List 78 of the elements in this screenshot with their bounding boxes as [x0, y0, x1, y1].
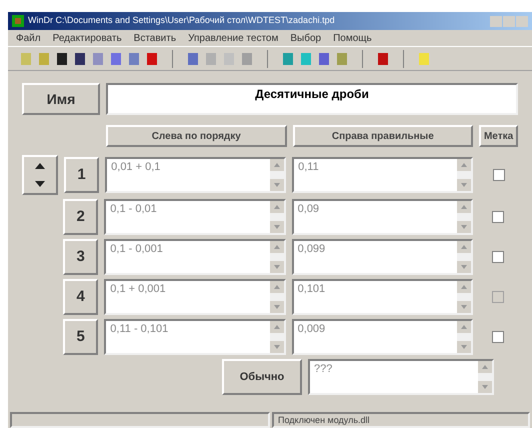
checkbox[interactable]: [492, 169, 505, 181]
column-header: Справа правильные: [292, 125, 474, 147]
scroll-down-button[interactable]: [456, 261, 471, 273]
column-header: Слева по порядку: [106, 125, 287, 147]
down-arrow-icon: [460, 225, 467, 229]
scroll-down-button[interactable]: [457, 179, 472, 191]
scroll-up-button[interactable]: [457, 159, 472, 171]
scroll-up-button[interactable]: [456, 241, 471, 253]
scroll-up-button[interactable]: [270, 159, 284, 171]
down-arrow-icon: [460, 265, 467, 269]
down-arrow-icon: [460, 345, 467, 349]
up-arrow-icon: [274, 325, 280, 329]
right-field[interactable]: 0,09: [292, 199, 473, 235]
checkbox[interactable]: [492, 251, 504, 263]
window-title: WinDr C:\Documents and Settings\User\Рабочий стол\WDTEST\zadachi.tpd: [28, 14, 336, 28]
right-field[interactable]: 0,099: [292, 239, 473, 275]
left-field[interactable]: 0,1 - 0,001: [104, 239, 286, 275]
up-arrow-icon: [461, 163, 468, 167]
scroll-down-button[interactable]: [270, 261, 284, 273]
scroll-up-button[interactable]: [456, 281, 471, 293]
left-field[interactable]: 0,11 - 0,101: [104, 319, 286, 355]
scroll-down-button[interactable]: [456, 341, 471, 353]
scroll-down-button[interactable]: [270, 221, 284, 233]
down-arrow-icon: [460, 305, 467, 309]
scroll-down-button[interactable]: [456, 301, 471, 313]
scroll-up-button[interactable]: [270, 201, 284, 213]
up-arrow-icon: [460, 285, 467, 289]
checkbox[interactable]: [492, 211, 504, 223]
down-arrow-icon: [274, 183, 280, 187]
left-field[interactable]: 0,01 + 0,1: [105, 157, 286, 193]
row-number-button[interactable]: 1: [64, 157, 100, 193]
up-arrow-icon: [35, 163, 45, 169]
row-number-button[interactable]: 2: [63, 199, 98, 235]
name-field[interactable]: Десятичные дроби: [106, 83, 518, 115]
down-arrow-icon: [482, 385, 488, 389]
column-header: Метка: [479, 125, 518, 147]
up-arrow-icon: [274, 205, 280, 209]
status-text: Подключен модуль.dll: [272, 412, 530, 428]
down-arrow-icon: [274, 265, 280, 269]
scroll-down-button[interactable]: [270, 341, 284, 353]
down-arrow-icon: [274, 305, 280, 309]
scroll-down-button[interactable]: [478, 381, 492, 393]
spinner[interactable]: [22, 155, 58, 195]
up-arrow-icon: [274, 163, 280, 167]
scroll-down-button[interactable]: [456, 221, 471, 233]
scroll-up-button[interactable]: [270, 281, 284, 293]
right-field[interactable]: 0,009: [292, 319, 473, 355]
row-number-button[interactable]: 3: [63, 239, 98, 275]
scroll-down-button[interactable]: [270, 179, 284, 191]
left-field[interactable]: 0,1 - 0,01: [104, 199, 286, 235]
menu-item[interactable]: Управление тестом: [188, 30, 278, 46]
down-arrow-icon: [274, 225, 280, 229]
up-arrow-icon: [460, 205, 467, 209]
usual-button[interactable]: Обычно: [222, 359, 302, 395]
up-arrow-icon: [460, 245, 467, 249]
checkbox[interactable]: [492, 331, 504, 343]
result-field[interactable]: ???: [308, 359, 494, 395]
row-number-button[interactable]: 5: [63, 319, 98, 355]
up-arrow-icon: [460, 325, 467, 329]
scroll-up-button[interactable]: [456, 201, 471, 213]
menu-item[interactable]: Файл: [16, 30, 41, 46]
menu-item[interactable]: Редактировать: [52, 30, 122, 46]
down-arrow-icon: [35, 181, 45, 187]
down-arrow-icon: [274, 345, 280, 349]
down-arrow-icon: [461, 183, 468, 187]
up-arrow-icon: [274, 245, 280, 249]
scroll-down-button[interactable]: [270, 301, 284, 313]
menu-item[interactable]: Выбор: [290, 30, 322, 46]
scroll-up-button[interactable]: [270, 241, 284, 253]
up-arrow-icon: [482, 365, 488, 369]
right-field[interactable]: 0,11: [292, 157, 474, 193]
menu-item[interactable]: Вставить: [134, 30, 176, 46]
scroll-up-button[interactable]: [456, 321, 471, 333]
up-arrow-icon: [274, 285, 280, 289]
scroll-up-button[interactable]: [270, 321, 284, 333]
name-label: Имя: [22, 83, 100, 115]
scroll-up-button[interactable]: [478, 361, 492, 373]
menu-item[interactable]: Помощь: [333, 30, 372, 46]
